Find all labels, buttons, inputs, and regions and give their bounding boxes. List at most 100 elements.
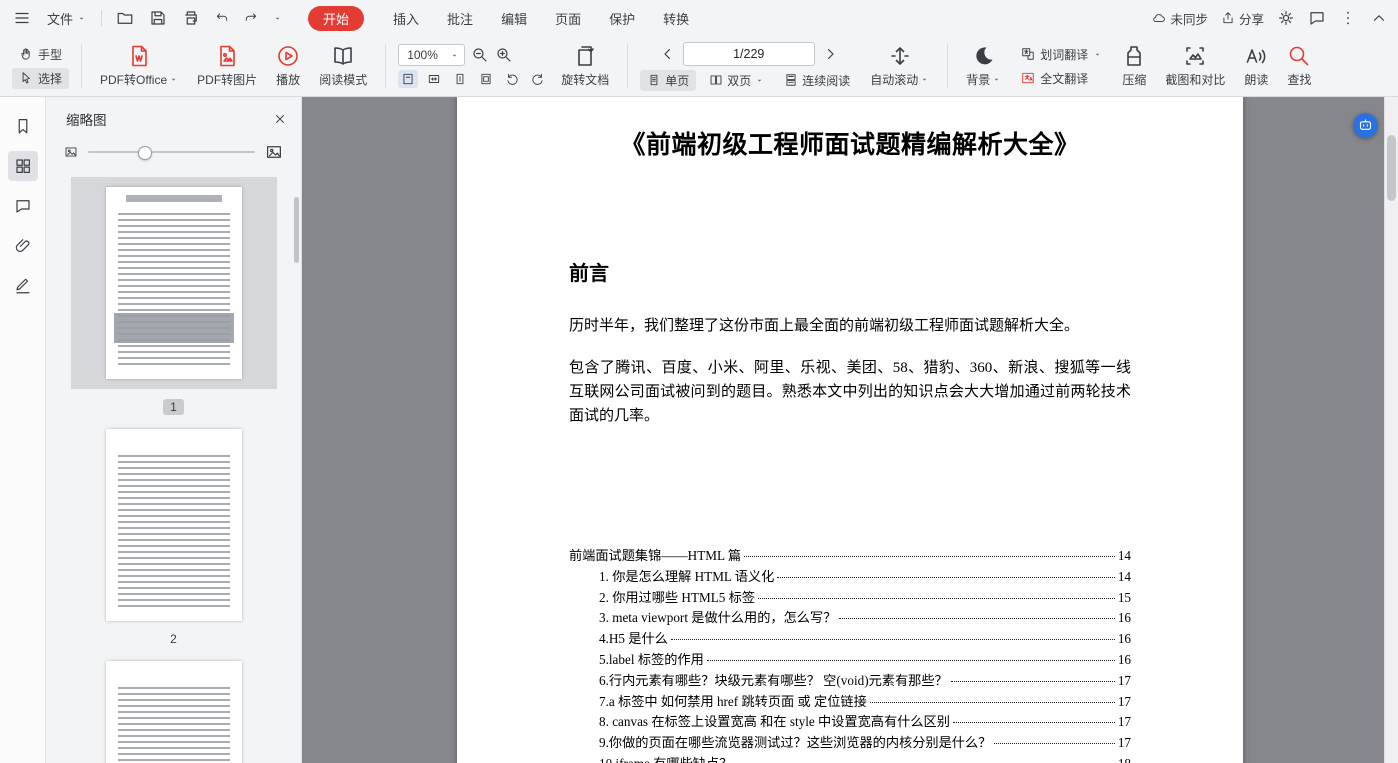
toc-entry[interactable]: 6.行内元素有哪些？块级元素有哪些？ 空(void)元素有那些？17 [569,671,1131,692]
rotate-right-icon[interactable] [528,70,548,88]
fit-page-icon[interactable] [476,70,496,88]
vertical-scrollbar[interactable] [1384,97,1398,763]
single-page-button[interactable]: 单页 [640,70,696,91]
thumbnail-scrollbar[interactable] [294,197,299,263]
zoom-level-value: 100% [407,48,438,62]
feedback-comment-icon[interactable] [1308,9,1326,27]
annotations-panel-button[interactable] [8,191,38,221]
continuous-reading-button[interactable]: 连续阅读 [777,70,857,91]
bookmarks-panel-button[interactable] [8,111,38,141]
scrollbar-thumb[interactable] [1387,135,1396,201]
word-translation-icon [1021,47,1035,61]
thumbnail-page-preview[interactable] [106,661,242,763]
rotate-document-button[interactable]: 旋转文档 [555,40,615,92]
read-aloud-button[interactable]: 朗读 [1238,40,1274,92]
share-button[interactable]: 分享 [1221,9,1264,28]
image-large-icon[interactable] [265,143,283,161]
toc-entry[interactable]: 7.a 标签中 如何禁用 href 跳转页面 或 定位链接17 [569,692,1131,713]
file-menu-button[interactable]: 文件 [43,6,90,31]
screenshot-compare-button[interactable]: 截图和对比 [1159,40,1231,92]
quick-access-more-icon[interactable] [270,11,285,26]
page-navigation-group: 1/229 单页 双页 连续阅读 [640,42,857,91]
assistant-icon [1358,118,1373,133]
toc-dot-leader [951,681,1115,682]
attachments-panel-button[interactable] [8,231,38,261]
double-page-button[interactable]: 双页 [702,70,771,91]
page-indicator-value: 1/229 [733,47,764,61]
toc-entry[interactable]: 4.H5 是什么16 [569,629,1131,650]
next-page-icon[interactable] [821,45,839,63]
tab-页面[interactable]: 页面 [541,5,595,32]
auto-scroll-icon [888,44,912,68]
undo-icon[interactable] [212,8,232,28]
thumbnail-item[interactable]: 3 [106,661,242,763]
image-small-icon[interactable] [64,145,78,159]
document-viewer[interactable]: 《前端初级工程师面试题精编解析大全》 前言 历时半年，我们整理了这份市面上最全面… [302,97,1398,763]
document-page[interactable]: 《前端初级工程师面试题精编解析大全》 前言 历时半年，我们整理了这份市面上最全面… [457,97,1243,763]
full-translation-button[interactable]: 全文翻译 [1014,68,1109,89]
reading-mode-button[interactable]: 阅读模式 [313,40,373,92]
toc-entry[interactable]: 5.label 标签的作用16 [569,650,1131,671]
chevron-down-icon [77,14,86,23]
close-panel-icon[interactable] [273,112,287,126]
word-translation-button[interactable]: 划词翻译 [1014,44,1109,65]
pdf-to-office-button[interactable]: PDF转Office [94,40,184,92]
previous-page-icon[interactable] [659,45,677,63]
open-file-icon[interactable] [113,6,137,30]
toc-entry[interactable]: 9.你做的页面在哪些流览器测试过？这些浏览器的内核分别是什么？17 [569,733,1131,754]
toc-entry[interactable]: 8. canvas 在标签上设置宽高 和在 style 中设置宽高有什么区别17 [569,712,1131,733]
main-menu-icon[interactable] [10,6,34,30]
tab-插入[interactable]: 插入 [379,5,433,32]
background-button[interactable]: 背景 [960,40,1007,92]
zoom-out-icon[interactable] [471,46,489,64]
settings-gear-icon[interactable] [1277,9,1295,27]
thumbnail-item[interactable]: 2 [106,429,242,647]
find-button[interactable]: 查找 [1281,40,1317,92]
fit-height-icon[interactable] [450,70,470,88]
save-icon[interactable] [146,6,170,30]
zoom-level-select[interactable]: 100% [398,44,465,66]
toc-entry[interactable]: 2. 你用过哪些 HTML5 标签15 [569,588,1131,609]
slider-track[interactable] [88,151,255,153]
toc-entry[interactable]: 10.iframe 有哪些缺点？18 [569,754,1131,763]
compress-label: 压缩 [1122,71,1146,88]
toc-entry[interactable]: 3. meta viewport 是做什么用的，怎么写？16 [569,608,1131,629]
thumbnails-panel-button[interactable] [8,151,38,181]
auto-scroll-button[interactable]: 自动滚动 [864,40,935,92]
menu-tabs: 插入批注编辑页面保护转换 [379,5,703,32]
slider-knob[interactable] [138,146,152,160]
more-vertical-icon[interactable] [1339,9,1357,27]
tab-转换[interactable]: 转换 [649,5,703,32]
thumbnail-selection-highlight [71,177,277,389]
toc-entry[interactable]: 1. 你是怎么理解 HTML 语义化14 [569,567,1131,588]
fit-width-icon[interactable] [424,70,444,88]
zoom-in-icon[interactable] [495,46,513,64]
play-button[interactable]: 播放 [270,40,306,92]
select-tool-button[interactable]: 选择 [12,68,69,89]
print-icon[interactable] [179,6,203,30]
compress-button[interactable]: 压缩 [1116,40,1152,92]
tab-home[interactable]: 开始 [308,6,364,31]
floating-assistant-button[interactable] [1353,113,1378,138]
thumbnail-page-preview[interactable] [106,187,242,379]
collapse-ribbon-icon[interactable] [1370,9,1388,27]
tab-编辑[interactable]: 编辑 [487,5,541,32]
tab-保护[interactable]: 保护 [595,5,649,32]
screenshot-compare-label: 截图和对比 [1165,71,1225,88]
actual-size-icon[interactable] [398,70,418,88]
redo-icon[interactable] [241,8,261,28]
hand-tool-button[interactable]: 手型 [12,44,69,65]
rotate-document-label: 旋转文档 [561,71,609,88]
page-indicator-input[interactable]: 1/229 [683,42,815,66]
thumbnail-page-preview[interactable] [106,429,242,621]
signature-panel-button[interactable] [8,271,38,301]
toc-dot-leader [744,556,1115,557]
cloud-icon [1152,11,1166,25]
rotate-left-icon[interactable] [502,70,522,88]
tab-批注[interactable]: 批注 [433,5,487,32]
toc-entry-page: 16 [1118,608,1131,629]
sync-status-button[interactable]: 未同步 [1152,9,1208,28]
toc-entry[interactable]: 前端面试题集锦——HTML 篇14 [569,546,1131,567]
thumbnail-item[interactable]: 1 [71,177,277,415]
pdf-to-image-button[interactable]: PDF转图片 [191,40,263,92]
